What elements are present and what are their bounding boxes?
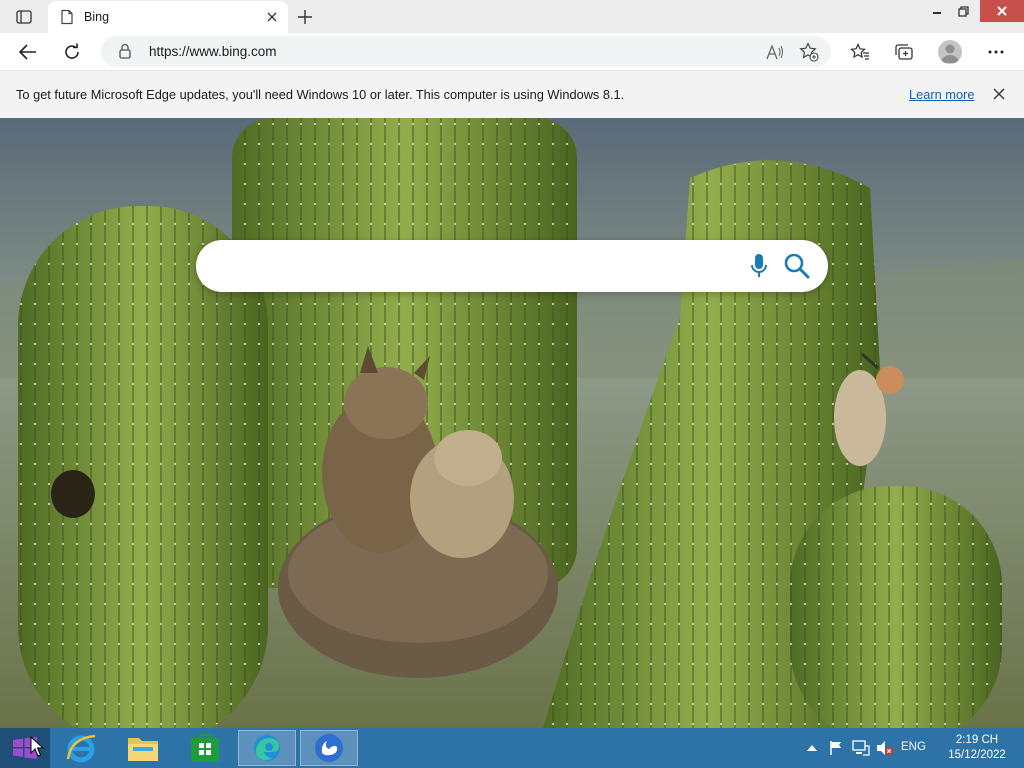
url-text[interactable]: https://www.bing.com	[149, 44, 277, 59]
network-icon	[852, 740, 870, 756]
folder-icon	[128, 738, 158, 761]
taskbar-microsoft-edge[interactable]	[238, 730, 296, 766]
restore-button[interactable]	[948, 0, 978, 22]
learn-more-link[interactable]: Learn more	[909, 87, 974, 102]
new-tab-button[interactable]	[291, 4, 319, 30]
close-window-button[interactable]	[980, 0, 1024, 22]
address-bar[interactable]: https://www.bing.com	[101, 36, 831, 67]
flag-icon	[830, 741, 841, 755]
action-center-button[interactable]	[826, 728, 846, 768]
favorites-button[interactable]	[845, 37, 875, 67]
navigation-toolbar: https://www.bing.com	[0, 33, 1024, 70]
tab-title: Bing	[84, 10, 110, 24]
infobar-message: To get future Microsoft Edge updates, yo…	[16, 87, 625, 102]
close-icon	[997, 6, 1007, 16]
lock-icon	[119, 43, 131, 59]
taskbar-file-explorer[interactable]	[114, 730, 172, 766]
clock-time: 2:19 CH	[955, 734, 999, 746]
voice-search-button[interactable]	[748, 252, 770, 280]
chevron-up-icon	[807, 745, 817, 751]
more-icon	[988, 50, 1004, 54]
mouse-cursor-icon	[30, 736, 44, 757]
taskbar-store[interactable]	[176, 730, 234, 766]
clock[interactable]: 2:19 CH 15/12/2022	[944, 733, 1010, 763]
add-favorite-button[interactable]	[798, 41, 820, 63]
clock-date: 15/12/2022	[948, 749, 1006, 761]
refresh-button[interactable]	[57, 37, 87, 67]
tab-bing[interactable]: Bing	[48, 1, 288, 33]
collections-icon	[895, 44, 913, 60]
store-icon	[191, 734, 219, 762]
plus-icon	[298, 10, 312, 24]
back-arrow-icon	[19, 44, 36, 60]
back-button[interactable]	[13, 37, 43, 67]
tab-strip: Bing	[0, 0, 1024, 33]
tab-close-button[interactable]	[262, 7, 282, 27]
uc-browser-icon	[315, 734, 343, 762]
close-icon	[993, 88, 1005, 100]
background-image	[0, 118, 1024, 728]
restore-icon	[957, 5, 969, 17]
settings-menu-button[interactable]	[981, 37, 1011, 67]
volume-muted-icon	[877, 741, 893, 755]
taskbar-internet-explorer[interactable]	[52, 730, 110, 766]
minimize-icon	[933, 12, 941, 14]
update-infobar: To get future Microsoft Edge updates, yo…	[0, 70, 1024, 118]
infobar-close-button[interactable]	[988, 83, 1010, 105]
internet-explorer-icon	[66, 734, 96, 763]
bing-search-box[interactable]	[196, 240, 828, 292]
bing-homepage	[0, 118, 1024, 728]
star-add-icon	[799, 42, 819, 62]
refresh-icon	[65, 43, 79, 59]
taskbar-uc-browser[interactable]	[300, 730, 358, 766]
search-icon	[784, 253, 810, 279]
tab-actions-icon	[16, 10, 32, 24]
volume-button[interactable]	[874, 728, 896, 768]
read-aloud-button[interactable]	[764, 41, 786, 63]
page-icon	[61, 9, 73, 25]
favorites-icon	[850, 43, 869, 60]
search-button[interactable]	[783, 252, 811, 280]
edge-icon	[254, 735, 280, 761]
windows-taskbar: ENG 2:19 CH 15/12/2022	[0, 728, 1024, 768]
profile-avatar[interactable]	[938, 40, 962, 64]
microphone-icon	[751, 254, 767, 277]
network-button[interactable]	[850, 728, 872, 768]
person-icon	[941, 44, 959, 63]
show-hidden-icons-button[interactable]	[804, 728, 820, 768]
read-aloud-icon	[766, 44, 784, 60]
input-language-indicator[interactable]: ENG	[901, 741, 926, 753]
tab-actions-button[interactable]	[8, 4, 40, 30]
collections-button[interactable]	[889, 37, 919, 67]
close-icon	[267, 12, 277, 22]
